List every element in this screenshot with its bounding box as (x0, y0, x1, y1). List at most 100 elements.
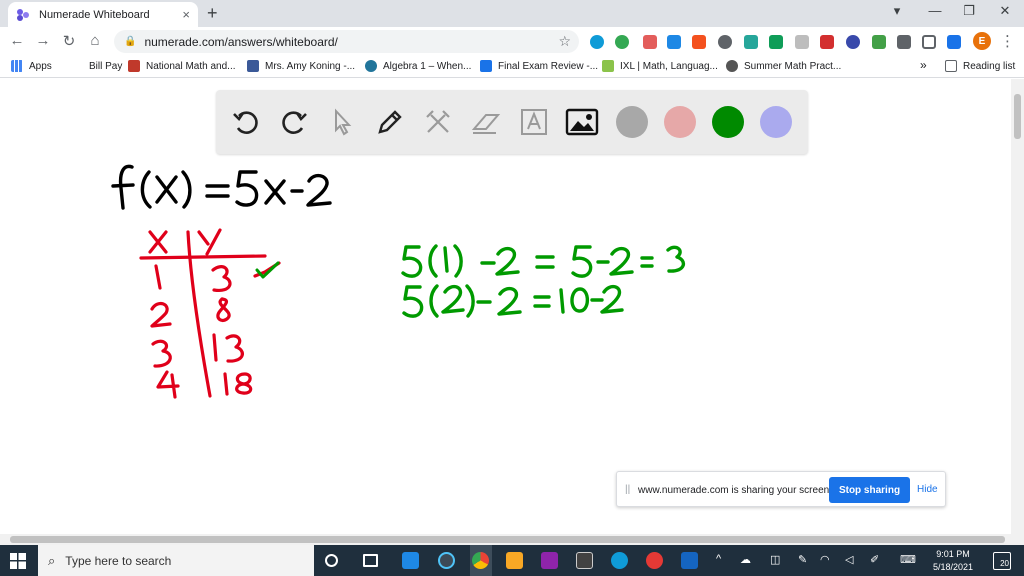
extension-icon[interactable] (820, 35, 834, 49)
table-ink (139, 228, 281, 399)
extension-icon[interactable] (718, 35, 732, 49)
bookmark-label: IXL | Math, Languag... (620, 60, 718, 72)
puzzle-icon[interactable] (897, 35, 911, 49)
outlook-icon[interactable] (681, 552, 698, 569)
weather-news-icon[interactable] (402, 552, 419, 569)
bookmark-apps[interactable]: Apps (11, 60, 52, 72)
bookmark-summer-math[interactable]: Summer Math Pract... (726, 60, 841, 72)
bookmark-label: National Math and... (146, 60, 236, 72)
bookmark-ixl[interactable]: IXL | Math, Languag... (602, 60, 718, 72)
window-close-icon[interactable]: ✕ (990, 3, 1020, 19)
summer-math-icon (726, 60, 738, 72)
edge-icon[interactable] (611, 552, 628, 569)
national-math-icon (128, 60, 140, 72)
stop-sharing-button[interactable]: Stop sharing (829, 477, 910, 503)
tab-search-icon[interactable]: ▾ (882, 3, 912, 19)
bookmark-label: Apps (29, 60, 52, 72)
notification-count: 20 (1000, 559, 1009, 568)
bookmark-final-exam[interactable]: Final Exam Review -... (480, 60, 598, 72)
scrollbar-thumb[interactable] (10, 536, 1005, 543)
keyboard-icon[interactable]: ⌨ (900, 553, 916, 566)
bookmark-label: Algebra 1 – When... (383, 60, 472, 72)
restore-icon[interactable]: ❐ (954, 3, 984, 19)
hide-button[interactable]: Hide (917, 484, 938, 495)
tab-strip: Numerade Whiteboard × + ▾ — ❐ ✕ (0, 0, 1024, 27)
bookmarks-overflow-icon[interactable]: » (920, 58, 927, 72)
extension-icon[interactable] (947, 35, 961, 49)
taskbar-search[interactable]: ⌕ Type here to search (38, 545, 314, 576)
extension-icon[interactable] (615, 35, 629, 49)
lock-icon: 🔒 (124, 36, 137, 47)
windows-start-icon[interactable] (10, 553, 26, 569)
extension-icon[interactable] (590, 35, 604, 49)
app-icon[interactable] (646, 552, 663, 569)
browser-toolbar: ← → ↻ ⌂ 🔒 numerade.com/answers/whiteboar… (0, 27, 1024, 56)
pen-icon[interactable]: ✎ (798, 553, 807, 566)
bookmark-label: Summer Math Pract... (744, 60, 842, 72)
function-ink (111, 164, 332, 210)
extension-icon[interactable] (795, 35, 809, 49)
pen-workspace-icon[interactable]: ✐ (870, 553, 879, 566)
task-view-icon[interactable] (363, 554, 378, 567)
clock-time: 9:01 PM (936, 549, 970, 559)
clock-date: 5/18/2021 (932, 562, 974, 572)
store-icon[interactable] (576, 552, 593, 569)
cast-icon[interactable] (922, 35, 936, 49)
browser-tab[interactable]: Numerade Whiteboard × (8, 2, 198, 27)
minimize-icon[interactable]: — (920, 3, 950, 18)
search-icon: ⌕ (48, 552, 56, 568)
extension-icon[interactable] (667, 35, 681, 49)
extension-icon[interactable] (692, 35, 706, 49)
extension-icon[interactable] (643, 35, 657, 49)
horizontal-scrollbar[interactable] (0, 534, 1024, 545)
share-message: www.numerade.com is sharing your screen. (638, 485, 832, 496)
meet-now-icon[interactable]: ◫ (770, 553, 780, 566)
notification-center-icon[interactable]: 20 (993, 552, 1011, 570)
address-bar[interactable]: 🔒 numerade.com/answers/whiteboard/ ☆ (114, 30, 579, 53)
app-icon[interactable] (541, 552, 558, 569)
clock[interactable]: 9:01 PM 5/18/2021 (928, 548, 978, 574)
home-icon[interactable]: ⌂ (85, 32, 105, 49)
extension-icon[interactable] (769, 35, 783, 49)
file-explorer-icon[interactable] (506, 552, 523, 569)
volume-icon[interactable]: ◁ (845, 553, 853, 566)
tab-close-icon[interactable]: × (182, 7, 190, 22)
search-placeholder: Type here to search (65, 553, 172, 568)
bookmark-label: Mrs. Amy Koning -... (265, 60, 356, 72)
bookmark-mrs-koning[interactable]: Mrs. Amy Koning -... (247, 60, 355, 72)
work-ink (401, 244, 686, 318)
wifi-icon[interactable]: ◠ (820, 553, 830, 566)
onedrive-icon[interactable]: ☁ (740, 553, 751, 566)
reading-list-button[interactable]: Reading list (945, 60, 1015, 72)
ixl-icon (602, 60, 614, 72)
extension-icon[interactable] (846, 35, 860, 49)
cortana-icon[interactable] (325, 554, 338, 567)
menu-icon[interactable]: ⋮ (1000, 32, 1015, 50)
reload-icon[interactable]: ↻ (59, 32, 79, 50)
whiteboard-canvas[interactable]: || www.numerade.com is sharing your scre… (0, 79, 1010, 534)
bookmark-label: Final Exam Review -... (498, 60, 599, 72)
app-icon[interactable] (438, 552, 455, 569)
profile-avatar[interactable]: E (973, 32, 991, 50)
page-icon (71, 60, 83, 72)
screen-share-banner: || www.numerade.com is sharing your scre… (616, 471, 946, 507)
vertical-scrollbar[interactable] (1011, 79, 1024, 534)
bookmark-national-math[interactable]: National Math and... (128, 60, 236, 72)
url-text: numerade.com/answers/whiteboard/ (144, 34, 338, 49)
chrome-icon[interactable] (472, 552, 489, 569)
drag-handle-icon[interactable]: || (625, 484, 630, 495)
back-icon[interactable]: ← (7, 32, 27, 49)
new-tab-button[interactable]: + (207, 3, 218, 24)
taskbar: ⌕ Type here to search ^ ☁ ◫ ✎ ◠ ◁ ✐ ⌨ 9:… (0, 545, 1024, 576)
extension-icon[interactable] (744, 35, 758, 49)
bookmark-algebra[interactable]: Algebra 1 – When... (365, 60, 471, 72)
scrollbar-thumb[interactable] (1014, 94, 1021, 139)
forward-icon[interactable]: → (33, 32, 53, 49)
wordpress-icon (365, 60, 377, 72)
bookmark-star-icon[interactable]: ☆ (558, 33, 571, 50)
extension-icon[interactable] (872, 35, 886, 49)
bookmark-label: Bill Pay (89, 60, 123, 72)
bookmark-bill-pay[interactable]: Bill Pay (71, 60, 122, 72)
tray-chevron-icon[interactable]: ^ (716, 553, 721, 565)
form-icon (480, 60, 492, 72)
